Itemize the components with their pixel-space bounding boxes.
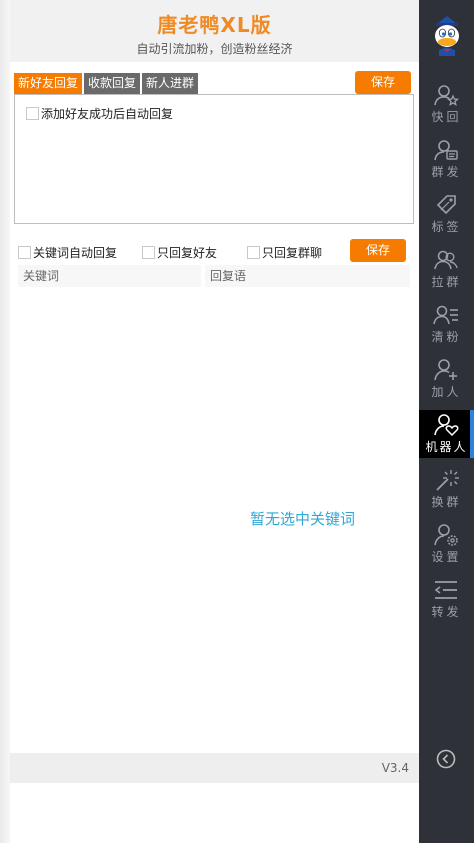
sidebar-item-label: 群发 — [431, 165, 462, 179]
chevron-left-circle-icon — [436, 749, 456, 769]
user-star-icon — [434, 85, 459, 106]
user-gear-icon — [434, 524, 458, 546]
reply-friends-only-checkbox[interactable] — [142, 246, 155, 259]
sidebar-item-label: 设置 — [431, 550, 462, 564]
user-add-icon — [434, 359, 457, 381]
sidebar-item-quick-reply[interactable]: 快回 — [419, 80, 474, 128]
tab-bar: 新好友回复 收款回复 新人进群 — [14, 73, 199, 94]
tag-icon — [436, 195, 456, 215]
left-edge-strip — [0, 0, 10, 843]
save-button-keywords[interactable]: 保存 — [350, 239, 406, 262]
user-heart-icon — [434, 414, 459, 437]
group-icon — [434, 250, 458, 270]
footer-bar: V3.4 — [10, 753, 419, 783]
sidebar-item-label: 机器人 — [425, 440, 468, 454]
avatar[interactable] — [428, 14, 466, 58]
keyword-auto-reply-label: 关键词自动回复 — [33, 246, 118, 260]
user-list-icon — [433, 305, 458, 325]
collapse-button[interactable] — [436, 749, 456, 769]
keyword-table-header: 关键词 回复语 — [18, 265, 410, 287]
reply-groups-only-row: 只回复群聊 — [247, 244, 322, 261]
tab-new-friend-reply[interactable]: 新好友回复 — [14, 73, 83, 94]
user-message-icon — [434, 140, 458, 161]
app-subtitle: 自动引流加粉，创造粉丝经济 — [136, 42, 293, 56]
reply-groups-only-label: 只回复群聊 — [262, 246, 323, 260]
sidebar-item-robot[interactable]: 机器人 — [419, 410, 474, 458]
sidebar-item-clean-fans[interactable]: 清粉 — [419, 300, 474, 348]
sidebar-item-label: 换群 — [431, 495, 462, 509]
keyword-auto-reply-row: 关键词自动回复 — [18, 244, 117, 261]
app-title: 唐老鸭XL版 — [157, 13, 272, 37]
sidebar-item-forward[interactable]: 转发 — [419, 575, 474, 623]
options-row: 关键词自动回复 只回复好友 只回复群聊 — [18, 244, 348, 260]
sidebar-item-settings[interactable]: 设置 — [419, 520, 474, 568]
auto-reply-on-add-row: 添加好友成功后自动回复 — [26, 105, 173, 122]
sidebar-item-add-people[interactable]: 加人 — [419, 355, 474, 403]
sidebar-item-mass-send[interactable]: 群发 — [419, 135, 474, 183]
keyword-auto-reply-checkbox[interactable] — [18, 246, 31, 259]
tab-new-member-join[interactable]: 新人进群 — [142, 73, 199, 94]
column-header-keyword: 关键词 — [18, 265, 201, 287]
sidebar: 快回 群发 标签 拉群 清粉 加人 机器人 换群 设置 转发 — [419, 0, 474, 843]
reply-friends-only-label: 只回复好友 — [157, 246, 218, 260]
reply-friends-only-row: 只回复好友 — [142, 244, 217, 261]
column-header-reply: 回复语 — [205, 265, 410, 287]
sidebar-item-label: 加人 — [431, 385, 462, 399]
sidebar-item-pull-group[interactable]: 拉群 — [419, 245, 474, 293]
save-button-top[interactable]: 保存 — [355, 71, 411, 94]
sidebar-item-switch-group[interactable]: 换群 — [419, 465, 474, 513]
tab-payment-reply[interactable]: 收款回复 — [84, 73, 141, 94]
forward-list-icon — [434, 581, 457, 599]
magic-wand-icon — [436, 470, 459, 491]
reply-content-box[interactable]: 添加好友成功后自动回复 — [14, 94, 414, 224]
sidebar-item-tags[interactable]: 标签 — [419, 190, 474, 238]
auto-reply-on-add-checkbox[interactable] — [26, 107, 39, 120]
auto-reply-on-add-label: 添加好友成功后自动回复 — [41, 107, 174, 121]
sidebar-item-label: 拉群 — [431, 275, 462, 289]
sidebar-item-label: 清粉 — [431, 330, 462, 344]
sidebar-item-label: 标签 — [431, 220, 462, 234]
active-indicator — [470, 410, 474, 458]
duck-avatar-icon — [435, 16, 459, 56]
reply-groups-only-checkbox[interactable] — [247, 246, 260, 259]
sidebar-item-label: 转发 — [431, 605, 462, 619]
header: 唐老鸭XL版 自动引流加粉，创造粉丝经济 — [10, 0, 419, 62]
sidebar-item-label: 快回 — [431, 110, 462, 124]
empty-keyword-message: 暂无选中关键词 — [250, 510, 356, 528]
main-panel: 唐老鸭XL版 自动引流加粉，创造粉丝经济 新好友回复 收款回复 新人进群 保存 … — [10, 0, 419, 843]
version-label: V3.4 — [381, 761, 409, 775]
